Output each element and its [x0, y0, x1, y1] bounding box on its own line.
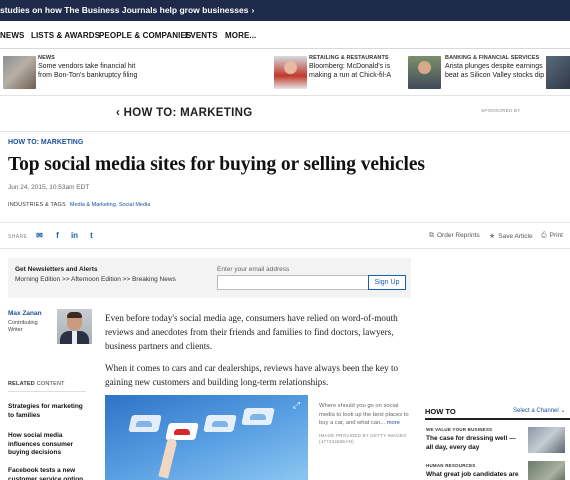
save-article-label: Save Article [498, 233, 533, 240]
ticker-headline[interactable]: Arista plunges despite earnings beat as … [445, 63, 550, 80]
chevron-left-icon: ‹ [116, 107, 124, 119]
nav-item-more[interactable]: MORE... [225, 31, 256, 40]
related-item[interactable]: Facebook tests a new customer service op… [8, 467, 90, 480]
ticker-thumbnail[interactable] [274, 56, 307, 89]
select-channel-label: Select a Channel [513, 408, 559, 414]
newsletter-heading: Get Newsletters and Alerts [15, 266, 98, 273]
save-article-button[interactable]: ★ Save Article [489, 232, 533, 240]
howto-item-thumbnail[interactable] [528, 461, 565, 480]
news-ticker: NEWS Some vendors take financial hit fro… [0, 49, 570, 96]
article-kicker[interactable]: HOW TO: MARKETING [8, 139, 83, 146]
avatar-shirt [72, 331, 77, 344]
image-caption: Where should you go on social media to l… [319, 402, 411, 428]
email-label: Enter your email address [217, 266, 290, 273]
printer-icon: ⎙ [541, 232, 547, 239]
top-promo-banner[interactable]: studies on how The Business Journals hel… [0, 0, 570, 21]
email-field[interactable] [217, 275, 373, 290]
ticker-thumbnail[interactable] [3, 56, 36, 89]
caption-more-link[interactable]: more [387, 420, 400, 426]
article-paragraph: When it comes to cars and car dealership… [105, 363, 399, 387]
howto-heading: HOW TO [425, 407, 456, 416]
divider [8, 391, 86, 392]
ticker-thumbnail[interactable] [546, 56, 570, 89]
star-icon: ★ [489, 233, 496, 240]
nav-item-lists-awards[interactable]: LISTS & AWARDS [31, 31, 100, 40]
article-body: Even before today's social media age, co… [105, 311, 417, 397]
print-label: Print [549, 232, 563, 239]
howto-item-title[interactable]: What great job candidates are looking fo… [426, 471, 522, 480]
sign-up-button[interactable]: Sign Up [368, 275, 406, 290]
nav-item-news[interactable]: NEWS [0, 31, 24, 40]
order-reprints-button[interactable]: ⧉ Order Reprints [429, 232, 480, 240]
related-item[interactable]: How social media influences consumer buy… [8, 432, 90, 458]
order-reprints-label: Order Reprints [437, 232, 480, 239]
ticker-category: NEWS [38, 55, 55, 61]
article-date: Jun 24, 2015, 10:53am EDT [8, 184, 90, 191]
chevron-right-icon: › [251, 5, 255, 15]
avatar-hair [67, 312, 82, 318]
ticker-headline[interactable]: Bloomberg: McDonald's is making a run at… [309, 63, 409, 80]
article-paragraph: Even before today's social media age, co… [105, 313, 398, 351]
chevron-down-icon: ⌄ [560, 408, 566, 414]
tags-links[interactable]: Media & Marketing, Social Media [70, 202, 150, 208]
main-nav: NEWS LISTS & AWARDS PEOPLE & COMPANIES E… [0, 21, 570, 49]
howto-item-category: WE VALUE YOUR BUSINESS [426, 427, 493, 432]
reprint-icon: ⧉ [429, 232, 434, 239]
related-heading-rest: CONTENT [34, 381, 65, 387]
section-header: ‹ HOW TO: MARKETING SPONSORED BY [0, 96, 570, 132]
article-image[interactable]: ⤢ [105, 395, 308, 480]
car-icon [212, 421, 228, 427]
related-heading-bold: RELATED [8, 381, 35, 387]
ticker-thumbnail[interactable] [408, 56, 441, 89]
email-icon[interactable]: ✉ [35, 231, 44, 240]
twitter-icon[interactable]: t [87, 231, 96, 240]
related-content-heading: RELATED CONTENT [8, 381, 65, 387]
tags-label: INDUSTRIES & TAGS [8, 202, 66, 208]
sponsored-label: SPONSORED BY [481, 108, 521, 113]
share-bar: SHARE ✉ f in t ⧉ Order Reprints ★ Save Art… [0, 222, 570, 249]
related-item[interactable]: Strategies for marketing to families [8, 403, 90, 420]
divider [425, 418, 570, 420]
ticker-category: BANKING & FINANCIAL SERVICES [445, 55, 540, 61]
author-photo[interactable] [57, 309, 92, 344]
promo-banner-text[interactable]: studies on how The Business Journals hel… [0, 5, 248, 15]
facebook-icon[interactable]: f [53, 231, 62, 240]
howto-item-category: HUMAN RESOURCES [426, 463, 476, 468]
author-name[interactable]: Max Zanan [8, 310, 42, 317]
howto-item-thumbnail[interactable] [528, 427, 565, 453]
section-title[interactable]: ‹ HOW TO: MARKETING [116, 107, 252, 119]
author-role: Contributing Writer [8, 320, 38, 333]
car-icon [174, 429, 190, 435]
linkedin-icon[interactable]: in [70, 231, 79, 240]
ticker-category: RETAILING & RESTAURANTS [309, 55, 389, 61]
nav-item-people-companies[interactable]: PEOPLE & COMPANIES [99, 31, 191, 40]
nav-item-events[interactable]: EVENTS [185, 31, 218, 40]
select-channel-dropdown[interactable]: Select a Channel ⌄ [513, 407, 565, 414]
ticker-headline[interactable]: Some vendors take financial hit from Bon… [38, 63, 138, 80]
newsletter-editions: Morning Edition >> Afternoon Edition >> … [15, 276, 176, 283]
howto-item-title[interactable]: The case for dressing well — all day, ev… [426, 435, 522, 452]
article-tags: INDUSTRIES & TAGS Media & Marketing, Soci… [8, 202, 150, 208]
print-button[interactable]: ⎙ Print [541, 232, 563, 240]
car-icon [250, 414, 266, 420]
expand-icon[interactable]: ⤢ [291, 400, 302, 411]
pointing-hand [158, 437, 178, 479]
newsletter-signup: Get Newsletters and Alerts Morning Editi… [8, 258, 411, 298]
share-label: SHARE [8, 234, 28, 240]
article-headline: Top social media sites for buying or sel… [8, 154, 425, 175]
section-title-text: HOW TO: MARKETING [123, 107, 253, 119]
car-icon [136, 421, 152, 427]
image-credit: IMAGE PROVIDED BY GETTY IMAGES (47743469… [319, 433, 407, 444]
